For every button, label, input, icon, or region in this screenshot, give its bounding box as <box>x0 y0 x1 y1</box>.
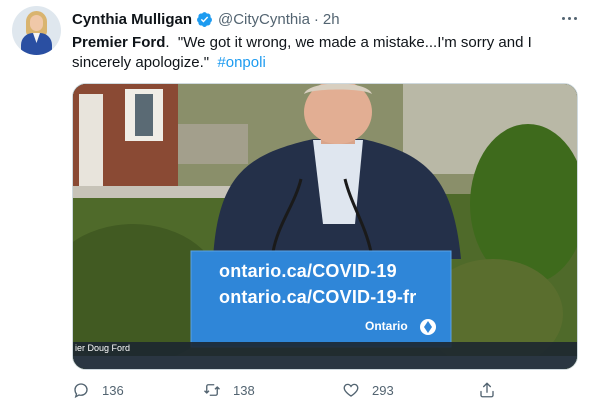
heart-icon <box>343 383 359 397</box>
reply-icon <box>74 383 88 399</box>
reply-button[interactable]: 136 <box>72 380 124 400</box>
author-name[interactable]: Cynthia Mulligan <box>72 11 192 28</box>
retweet-icon <box>204 384 220 396</box>
ontario-trillium-icon <box>420 319 436 335</box>
separator-dot: · <box>313 10 319 28</box>
lower-third-caption: ier Doug Ford <box>75 343 131 353</box>
share-icon <box>480 382 494 398</box>
reply-count: 136 <box>102 382 124 398</box>
tweet-video[interactable]: ontario.ca/COVID-19 ontario.ca/COVID-19-… <box>72 83 578 370</box>
more-dot <box>567 16 571 20</box>
hashtag-link[interactable]: #onpoli <box>217 54 265 71</box>
tweet-header: Cynthia Mulligan @CityCynthia · 2h <box>72 9 340 29</box>
tweet[interactable]: Cynthia Mulligan @CityCynthia · 2h Premi… <box>0 0 591 404</box>
video-bottom <box>73 356 577 369</box>
more-dot <box>561 16 565 20</box>
stone-wall <box>178 124 248 164</box>
like-count: 293 <box>372 382 394 398</box>
share-button[interactable] <box>478 380 496 400</box>
retweet-count: 138 <box>233 382 255 398</box>
more-options-icon[interactable] <box>558 8 580 28</box>
more-dot <box>573 16 577 20</box>
verified-badge-icon <box>196 11 213 28</box>
tweet-actions: 136 138 293 <box>72 380 502 400</box>
podium-brand: Ontario <box>365 319 408 333</box>
author-handle[interactable]: @CityCynthia <box>218 11 310 28</box>
shed-window-glass <box>135 94 153 136</box>
avatar[interactable] <box>12 6 61 55</box>
tweet-timestamp[interactable]: 2h <box>323 11 340 28</box>
podium-text-line1: ontario.ca/COVID-19 <box>219 261 397 281</box>
lower-third-bar <box>73 342 577 356</box>
shed-door <box>79 94 103 192</box>
video-frame <box>73 84 577 369</box>
avatar-face <box>30 15 43 31</box>
tweet-text: Premier Ford. "We got it wrong, we made … <box>72 33 577 73</box>
retweet-button[interactable]: 138 <box>203 380 255 400</box>
tweet-text-bold: Premier Ford <box>72 34 166 51</box>
podium-text-line2: ontario.ca/COVID-19-fr <box>219 287 417 307</box>
like-button[interactable]: 293 <box>342 380 394 400</box>
